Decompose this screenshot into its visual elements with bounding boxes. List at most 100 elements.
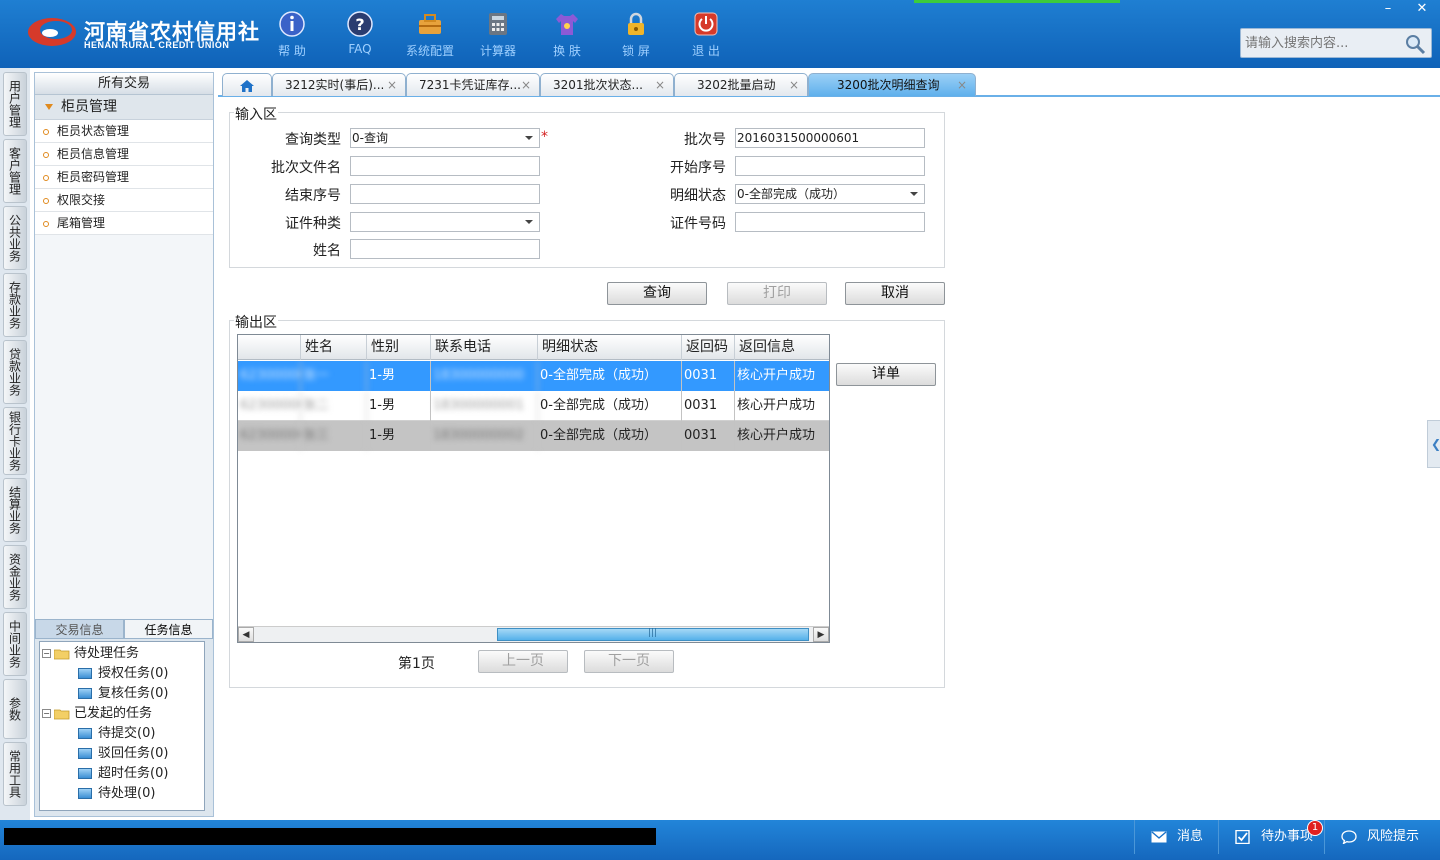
module-tab-bank-card[interactable]: 银行卡业务 [3, 407, 27, 475]
faq-button[interactable]: ? FAQ [330, 8, 390, 64]
id-type-select[interactable] [350, 212, 540, 232]
checkbox-icon [1235, 829, 1250, 844]
batch-file-input[interactable] [350, 156, 540, 176]
help-button[interactable]: 帮 助 [262, 8, 322, 64]
tree-node-to-process[interactable]: 待处理(0) [40, 784, 204, 804]
lock-icon [628, 12, 644, 35]
tab-transaction-info[interactable]: 交易信息 [35, 619, 124, 639]
detail-status-select[interactable]: 0-全部完成（成功） [735, 184, 925, 204]
table-row[interactable]: 6230000002 张三 1-男 18300000002 0-全部完成（成功）… [238, 421, 829, 451]
close-window-button[interactable]: ✕ [1406, 0, 1438, 18]
sidebar-item-teller-info[interactable]: 柜员信息管理 [35, 143, 213, 166]
module-tab-deposit[interactable]: 存款业务 [3, 273, 27, 337]
next-page-button[interactable]: 下一页 [584, 650, 674, 673]
module-tab-user-mgmt[interactable]: 用户管理 [3, 72, 27, 136]
skin-button[interactable]: 换 肤 [537, 8, 597, 64]
column-header-gender[interactable]: 性别 [367, 335, 431, 360]
close-tab-icon[interactable]: × [655, 74, 665, 96]
search-input[interactable] [1243, 31, 1403, 55]
column-header-return-msg[interactable]: 返回信息 [735, 335, 829, 360]
todo-button[interactable]: 待办事项 1 [1218, 820, 1324, 854]
module-tab-settlement[interactable]: 结算业务 [3, 478, 27, 542]
tab-3200[interactable]: 3200批次明细查询 × [808, 73, 976, 96]
module-tab-funds[interactable]: 资金业务 [3, 545, 27, 609]
id-no-input[interactable] [735, 212, 925, 232]
scroll-right-icon[interactable]: ▶ [813, 627, 829, 642]
collapse-icon[interactable]: − [42, 649, 51, 658]
query-type-select[interactable]: 0-查询 [350, 128, 540, 148]
query-button[interactable]: 查询 [607, 282, 707, 305]
collapse-icon[interactable]: − [42, 709, 51, 718]
scroll-left-icon[interactable]: ◀ [238, 627, 254, 642]
close-tab-icon[interactable]: × [789, 74, 799, 96]
prev-page-button[interactable]: 上一页 [478, 650, 568, 673]
tree-node-rejected[interactable]: 驳回任务(0) [40, 744, 204, 764]
print-button[interactable]: 打印 [727, 282, 827, 305]
scroll-thumb[interactable]: ||| [497, 628, 809, 641]
tree-node-to-submit[interactable]: 待提交(0) [40, 724, 204, 744]
cell-gender: 1-男 [367, 421, 431, 451]
tree-node-review-tasks[interactable]: 复核任务(0) [40, 684, 204, 704]
sidebar-item-teller-status[interactable]: 柜员状态管理 [35, 120, 213, 143]
close-tab-icon[interactable]: × [387, 74, 397, 96]
exit-button[interactable]: 退 出 [676, 8, 736, 64]
sidebar-group-teller-mgmt[interactable]: 柜员管理 [35, 95, 213, 120]
module-tabs: 用户管理 客户管理 公共业务 存款业务 贷款业务 银行卡业务 结算业务 资金业务… [0, 68, 30, 820]
detail-button[interactable]: 详单 [836, 363, 936, 386]
close-tab-icon[interactable]: × [521, 74, 531, 96]
table-row[interactable]: 6230000001 张二 1-男 18300000001 0-全部完成（成功）… [238, 391, 829, 421]
cell-phone: 18300000000 [431, 361, 538, 391]
calculator-label: 计算器 [479, 44, 516, 58]
grid-header: 姓名 性别 联系电话 明细状态 返回码 返回信息 [238, 335, 829, 360]
column-header-account[interactable] [238, 335, 301, 360]
module-tab-customer-mgmt[interactable]: 客户管理 [3, 139, 27, 203]
start-seq-label: 开始序号 [670, 160, 726, 176]
tree-node-auth-tasks[interactable]: 授权任务(0) [40, 664, 204, 684]
tree-node-label: 超时任务(0) [98, 766, 169, 781]
tree-node-pending[interactable]: − 待处理任务 [40, 644, 204, 664]
sidebar-item-tail-box[interactable]: 尾箱管理 [35, 212, 213, 235]
module-tab-loan[interactable]: 贷款业务 [3, 340, 27, 404]
cancel-button[interactable]: 取消 [845, 282, 945, 305]
search-icon[interactable] [1403, 32, 1427, 56]
lock-screen-button[interactable]: 锁 屏 [606, 8, 666, 64]
module-tab-public-business[interactable]: 公共业务 [3, 206, 27, 270]
messages-label: 消息 [1177, 829, 1204, 844]
column-header-detail-status[interactable]: 明细状态 [538, 335, 682, 360]
id-no-label: 证件号码 [670, 216, 726, 232]
risk-alert-button[interactable]: 风险提示 [1324, 820, 1440, 854]
module-tab-intermediary[interactable]: 中间业务 [3, 612, 27, 676]
module-tab-parameters[interactable]: 参数 [3, 679, 27, 739]
column-header-return-code[interactable]: 返回码 [682, 335, 735, 360]
cell-gender: 1-男 [367, 361, 431, 391]
tab-task-info[interactable]: 任务信息 [124, 619, 213, 639]
collapse-panel-handle[interactable]: ❮ [1427, 420, 1440, 468]
tree-node-label: 复核任务(0) [98, 686, 169, 701]
tab-3201[interactable]: 3201批次状态... × [540, 73, 674, 96]
horizontal-scrollbar[interactable]: ◀ ||| ▶ [238, 626, 829, 642]
tab-home[interactable] [222, 73, 272, 96]
calculator-button[interactable]: 计算器 [468, 8, 528, 64]
column-header-name[interactable]: 姓名 [301, 335, 367, 360]
system-config-button[interactable]: 系统配置 [400, 8, 460, 64]
table-row[interactable]: 6230000000 张一 1-男 18300000000 0-全部完成（成功）… [238, 361, 829, 391]
sidebar-item-permission-handover[interactable]: 权限交接 [35, 189, 213, 212]
close-tab-icon[interactable]: × [957, 74, 967, 96]
cell-detail-status: 0-全部完成（成功） [538, 391, 682, 421]
messages-button[interactable]: 消息 [1134, 820, 1218, 854]
tab-3212[interactable]: 3212实时(事后)... × [272, 73, 406, 96]
tab-label: 3200批次明细查询 [837, 78, 940, 92]
module-tab-common-tools[interactable]: 常用工具 [3, 742, 27, 806]
sidebar-item-teller-password[interactable]: 柜员密码管理 [35, 166, 213, 189]
start-seq-input[interactable] [735, 156, 925, 176]
tree-node-timeout[interactable]: 超时任务(0) [40, 764, 204, 784]
end-seq-input[interactable] [350, 184, 540, 204]
column-header-phone[interactable]: 联系电话 [431, 335, 538, 360]
tab-3202[interactable]: 3202批量启动 × [674, 73, 808, 96]
tab-7231[interactable]: 7231卡凭证库存... × [406, 73, 540, 96]
output-area-title: 输出区 [234, 312, 278, 332]
tree-node-initiated[interactable]: − 已发起的任务 [40, 704, 204, 724]
minimize-button[interactable]: – [1372, 0, 1404, 18]
batch-no-input[interactable]: 2016031500000601 [735, 128, 925, 148]
name-input[interactable] [350, 239, 540, 259]
